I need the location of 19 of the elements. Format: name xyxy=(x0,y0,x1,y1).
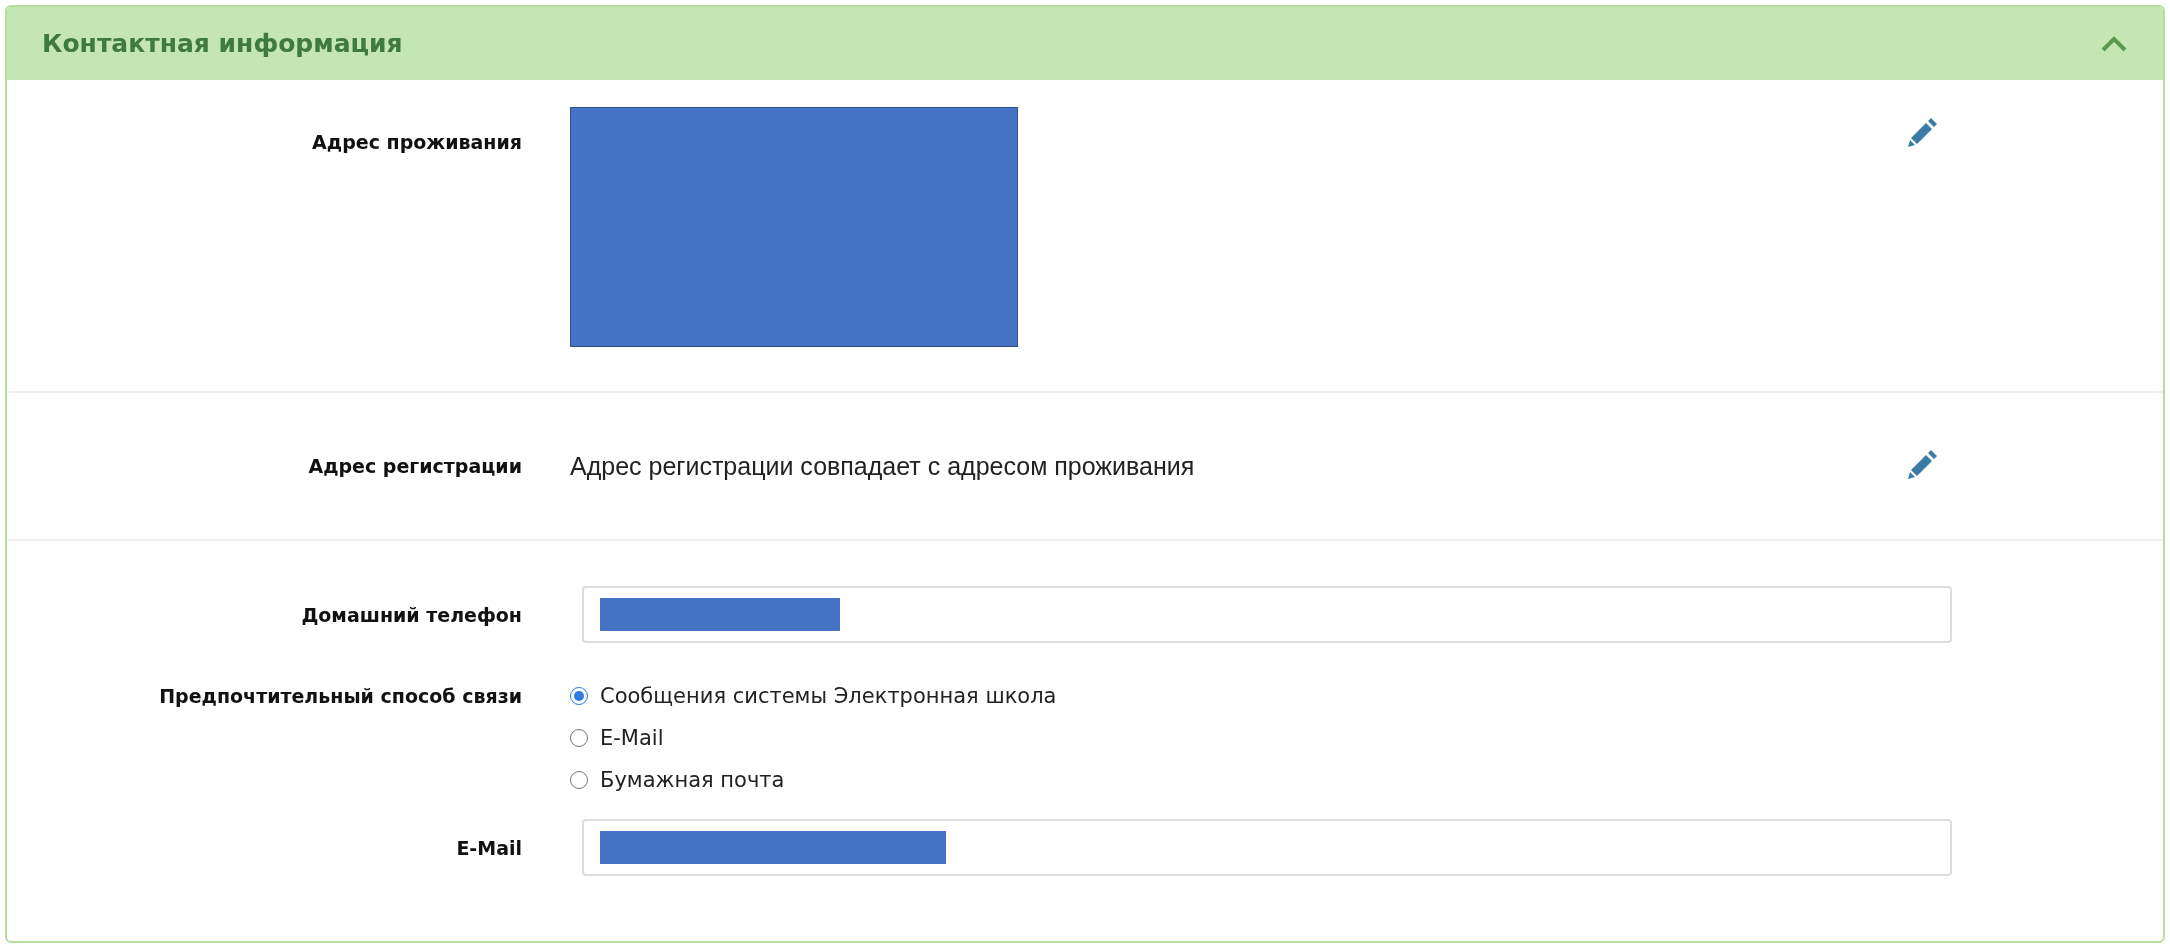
input-field[interactable] xyxy=(582,819,1952,876)
field-label: Домашний телефон xyxy=(300,603,522,626)
radio-label[interactable]: E-Mail xyxy=(600,726,664,750)
radio-button[interactable] xyxy=(570,771,588,789)
panel-title: Контактная информация xyxy=(42,29,403,58)
panel-header[interactable]: Контактная информация xyxy=(7,7,2163,80)
input-field[interactable] xyxy=(582,586,1952,643)
field-label: Адрес регистрации xyxy=(307,455,522,477)
pencil-icon[interactable] xyxy=(1906,447,1940,481)
chevron-icon[interactable] xyxy=(2100,34,2128,53)
field-label: E-Mail xyxy=(455,836,522,859)
field-value: Адрес регистрации совпадает с адресом проживания xyxy=(570,451,1195,480)
radio-label[interactable]: Бумажная почта xyxy=(600,768,785,792)
radio-label[interactable]: Сообщения системы Электронная школа xyxy=(600,684,1057,708)
radio-button[interactable] xyxy=(570,687,588,705)
radio-button[interactable] xyxy=(570,729,588,747)
field-label: Предпочтительный способ связи xyxy=(158,684,522,707)
pencil-icon[interactable] xyxy=(1906,115,1940,149)
field-label: Адрес проживания xyxy=(311,130,522,153)
